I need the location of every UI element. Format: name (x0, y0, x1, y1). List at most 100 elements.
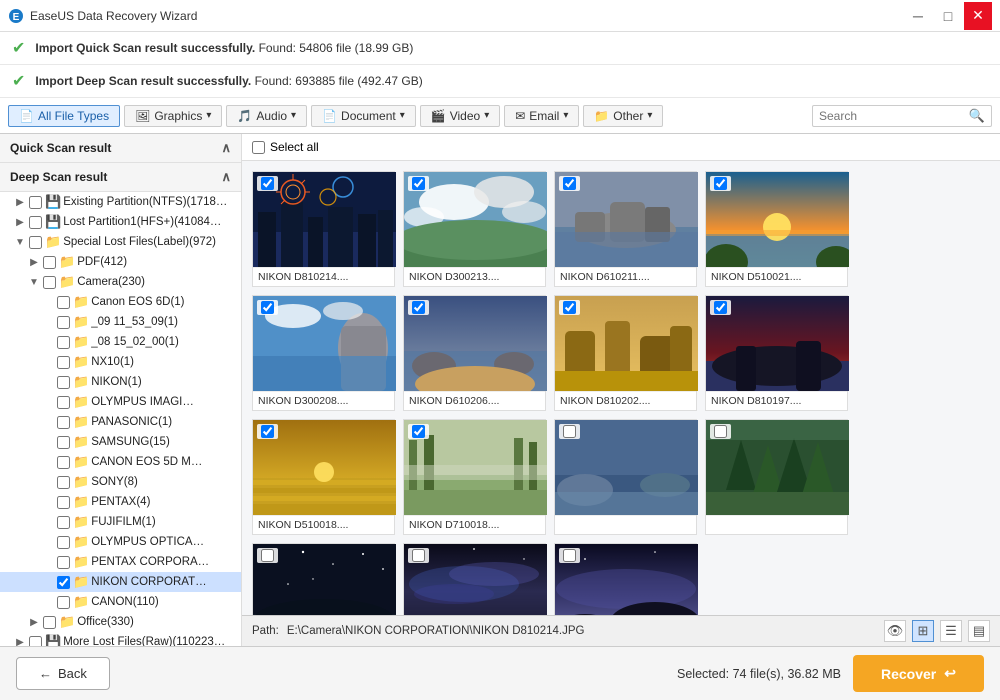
tree-toggle-camera[interactable]: ▼ (28, 277, 40, 288)
tree-checkbox-lost1[interactable] (29, 216, 42, 229)
back-button[interactable]: ← Back (16, 657, 110, 690)
recover-button[interactable]: Recover ↩ (853, 655, 984, 692)
thumbnail-checkbox-8[interactable] (714, 301, 727, 314)
thumbnail-checkbox-4[interactable] (714, 177, 727, 190)
select-all-label[interactable]: Select all (252, 140, 319, 154)
tree-item-olympusopt[interactable]: 📁OLYMPUS OPTICA… (0, 532, 241, 552)
tree-checkbox-canon2[interactable] (57, 596, 70, 609)
tree-item-office[interactable]: ▶📁Office(330) (0, 612, 241, 632)
filter-audio-button[interactable]: 🎵 Audio ▾ (226, 105, 307, 127)
thumbnail-checkbox-7[interactable] (563, 301, 576, 314)
thumbnail-item-11[interactable] (554, 419, 697, 535)
detail-view-button[interactable]: ▤ (968, 620, 990, 642)
thumbnail-checkbox-5[interactable] (261, 301, 274, 314)
tree-checkbox-img2[interactable] (57, 336, 70, 349)
tree-item-camera[interactable]: ▼📁Camera(230) (0, 272, 241, 292)
tree-item-pentaxcorp[interactable]: 📁PENTAX CORPORA… (0, 552, 241, 572)
filter-document-button[interactable]: 📄 Document ▾ (311, 105, 416, 127)
filter-video-button[interactable]: 🎬 Video ▾ (420, 105, 500, 127)
tree-item-existing[interactable]: ▶💾Existing Partition(NTFS)(1718… (0, 192, 241, 212)
tree-item-sony[interactable]: 📁SONY(8) (0, 472, 241, 492)
thumbnail-item-6[interactable]: NIKON D610206.... (403, 295, 546, 411)
tree-item-fujifilm[interactable]: 📁FUJIFILM(1) (0, 512, 241, 532)
tree-item-olympus[interactable]: 📁OLYMPUS IMAGI… (0, 392, 241, 412)
tree-checkbox-canon6d[interactable] (57, 296, 70, 309)
thumbnail-item-12[interactable] (705, 419, 848, 535)
tree-item-nikon1[interactable]: 📁NIKON(1) (0, 372, 241, 392)
thumbnail-item-1[interactable]: NIKON D810214.... (252, 171, 395, 287)
thumbnail-item-8[interactable]: NIKON D810197.... (705, 295, 848, 411)
select-all-checkbox[interactable] (252, 141, 265, 154)
tree-item-canon2[interactable]: 📁CANON(110) (0, 592, 241, 612)
tree-toggle-office[interactable]: ▶ (28, 617, 40, 628)
tree-checkbox-office[interactable] (43, 616, 56, 629)
tree-item-pentax[interactable]: 📁PENTAX(4) (0, 492, 241, 512)
thumbnail-item-14[interactable] (403, 543, 546, 615)
grid-view-button[interactable]: ⊞ (912, 620, 934, 642)
thumbnail-checkbox-6[interactable] (412, 301, 425, 314)
tree-checkbox-img1[interactable] (57, 316, 70, 329)
minimize-button[interactable]: ─ (904, 2, 932, 30)
thumbnail-item-10[interactable]: NIKON D710018.... (403, 419, 546, 535)
tree-item-lost1[interactable]: ▶💾Lost Partition1(HFS+)(41084… (0, 212, 241, 232)
tree-item-nikoncorp[interactable]: 📁NIKON CORPORAT… (0, 572, 241, 592)
list-view-button[interactable]: ☰ (940, 620, 962, 642)
thumbnail-item-3[interactable]: NIKON D610211.... (554, 171, 697, 287)
tree-item-img1[interactable]: 📁_09 11_53_09(1) (0, 312, 241, 332)
maximize-button[interactable]: □ (934, 2, 962, 30)
tree-item-canon5d[interactable]: 📁CANON EOS 5D M… (0, 452, 241, 472)
tree-checkbox-nx10[interactable] (57, 356, 70, 369)
tree-item-morelost[interactable]: ▶💾More Lost Files(Raw)(110223… (0, 632, 241, 646)
thumbnail-item-4[interactable]: NIKON D510021.... (705, 171, 848, 287)
preview-view-button[interactable]: 👁 (884, 620, 906, 642)
thumbnail-checkbox-1[interactable] (261, 177, 274, 190)
tree-checkbox-olympus[interactable] (57, 396, 70, 409)
thumbnail-checkbox-10[interactable] (412, 425, 425, 438)
thumbnail-checkbox-15[interactable] (563, 549, 576, 562)
tree-toggle-existing[interactable]: ▶ (14, 197, 26, 208)
thumbnail-checkbox-13[interactable] (261, 549, 274, 562)
thumbnail-item-9[interactable]: NIKON D510018.... (252, 419, 395, 535)
filter-graphics-button[interactable]: 🖼 Graphics ▾ (124, 105, 222, 127)
tree-checkbox-fujifilm[interactable] (57, 516, 70, 529)
tree-item-special[interactable]: ▼📁Special Lost Files(Label)(972) (0, 232, 241, 252)
tree-item-img2[interactable]: 📁_08 15_02_00(1) (0, 332, 241, 352)
tree-checkbox-nikoncorp[interactable] (57, 576, 70, 589)
thumbnail-checkbox-12[interactable] (714, 425, 727, 438)
tree-checkbox-special[interactable] (29, 236, 42, 249)
deep-scan-header[interactable]: Deep Scan result ∧ (0, 163, 241, 192)
search-box[interactable]: 🔍 (812, 105, 992, 127)
thumbnail-checkbox-9[interactable] (261, 425, 274, 438)
quick-scan-header[interactable]: Quick Scan result ∧ (0, 134, 241, 163)
tree-checkbox-morelost[interactable] (29, 636, 42, 647)
tree-checkbox-nikon1[interactable] (57, 376, 70, 389)
tree-toggle-lost1[interactable]: ▶ (14, 217, 26, 228)
filter-other-button[interactable]: 📁 Other ▾ (583, 105, 663, 127)
thumbnail-item-5[interactable]: NIKON D300208.... (252, 295, 395, 411)
close-button[interactable]: ✕ (964, 2, 992, 30)
tree-toggle-pdf[interactable]: ▶ (28, 257, 40, 268)
thumbnail-item-13[interactable] (252, 543, 395, 615)
tree-item-pdf[interactable]: ▶📁PDF(412) (0, 252, 241, 272)
tree-checkbox-canon5d[interactable] (57, 456, 70, 469)
tree-checkbox-pentax[interactable] (57, 496, 70, 509)
thumbnail-item-7[interactable]: NIKON D810202.... (554, 295, 697, 411)
filter-email-button[interactable]: ✉ Email ▾ (504, 105, 579, 127)
filter-all-button[interactable]: 📄 All File Types (8, 105, 120, 127)
tree-item-nx10[interactable]: 📁NX10(1) (0, 352, 241, 372)
tree-checkbox-camera[interactable] (43, 276, 56, 289)
tree-toggle-special[interactable]: ▼ (14, 237, 26, 248)
tree-checkbox-samsung[interactable] (57, 436, 70, 449)
tree-checkbox-pentaxcorp[interactable] (57, 556, 70, 569)
thumbnail-item-2[interactable]: NIKON D300213.... (403, 171, 546, 287)
tree-checkbox-existing[interactable] (29, 196, 42, 209)
tree-checkbox-panasonic[interactable] (57, 416, 70, 429)
thumbnail-checkbox-14[interactable] (412, 549, 425, 562)
thumbnail-checkbox-11[interactable] (563, 425, 576, 438)
tree-checkbox-sony[interactable] (57, 476, 70, 489)
tree-item-canon6d[interactable]: 📁Canon EOS 6D(1) (0, 292, 241, 312)
thumbnail-checkbox-3[interactable] (563, 177, 576, 190)
search-input[interactable] (819, 109, 969, 123)
tree-item-panasonic[interactable]: 📁PANASONIC(1) (0, 412, 241, 432)
thumbnail-item-15[interactable] (554, 543, 697, 615)
